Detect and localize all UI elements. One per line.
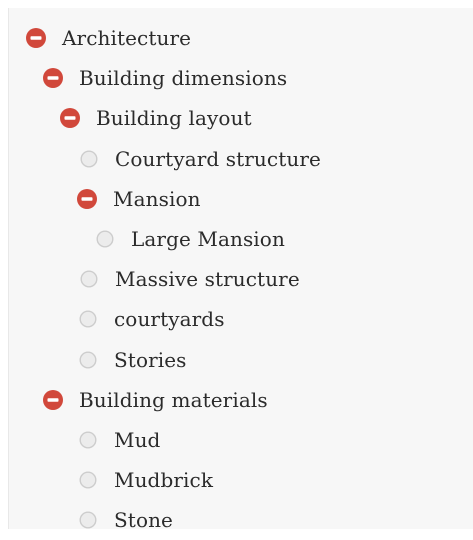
tree-node-label: Mud — [114, 427, 161, 452]
tree-node-label: Building materials — [79, 387, 268, 412]
tree-node-massive-structure[interactable]: Massive structure — [9, 259, 473, 299]
taxonomy-tree-panel: Architecture Building dimensions Buildin… — [8, 8, 473, 532]
collapse-minus-icon[interactable] — [60, 108, 80, 129]
tree-node-label: Mansion — [113, 186, 201, 211]
tree-node-label: Building layout — [96, 106, 252, 131]
collapse-minus-icon[interactable] — [26, 28, 46, 49]
tree-node-label: courtyards — [114, 307, 225, 332]
leaf-circle-icon — [78, 350, 98, 370]
taxonomy-tree: Architecture Building dimensions Buildin… — [9, 18, 473, 540]
tree-node-mudbrick[interactable]: Mudbrick — [9, 460, 473, 500]
tree-node-label: Large Mansion — [131, 227, 285, 252]
tree-node-label: Architecture — [62, 26, 192, 51]
tree-node-architecture[interactable]: Architecture — [9, 18, 473, 58]
leaf-circle-icon — [95, 229, 115, 249]
leaf-circle-icon — [79, 149, 99, 169]
leaf-circle-icon — [78, 309, 98, 329]
tree-node-mud[interactable]: Mud — [9, 420, 473, 460]
collapse-minus-icon[interactable] — [43, 68, 63, 89]
tree-node-mansion[interactable]: Mansion — [9, 179, 473, 219]
tree-node-building-layout[interactable]: Building layout — [9, 98, 473, 138]
leaf-circle-icon — [78, 470, 98, 490]
tree-node-stories[interactable]: Stories — [9, 340, 473, 380]
tree-node-label: Massive structure — [115, 267, 300, 292]
tree-node-label: Building dimensions — [79, 66, 288, 91]
tree-node-building-dimensions[interactable]: Building dimensions — [9, 58, 473, 98]
tree-node-building-materials[interactable]: Building materials — [9, 380, 473, 420]
leaf-circle-icon — [78, 510, 98, 530]
tree-node-courtyards[interactable]: courtyards — [9, 299, 473, 339]
tree-node-courtyard-structure[interactable]: Courtyard structure — [9, 139, 473, 179]
tree-node-large-mansion[interactable]: Large Mansion — [9, 219, 473, 259]
tree-node-label: Stories — [114, 347, 187, 372]
leaf-circle-icon — [78, 430, 98, 450]
collapse-minus-icon[interactable] — [43, 389, 63, 410]
tree-node-stone[interactable]: Stone — [9, 500, 473, 540]
leaf-circle-icon — [79, 269, 99, 289]
collapse-minus-icon[interactable] — [77, 188, 97, 209]
tree-node-label: Courtyard structure — [115, 146, 321, 171]
tree-node-label: Mudbrick — [114, 468, 214, 493]
